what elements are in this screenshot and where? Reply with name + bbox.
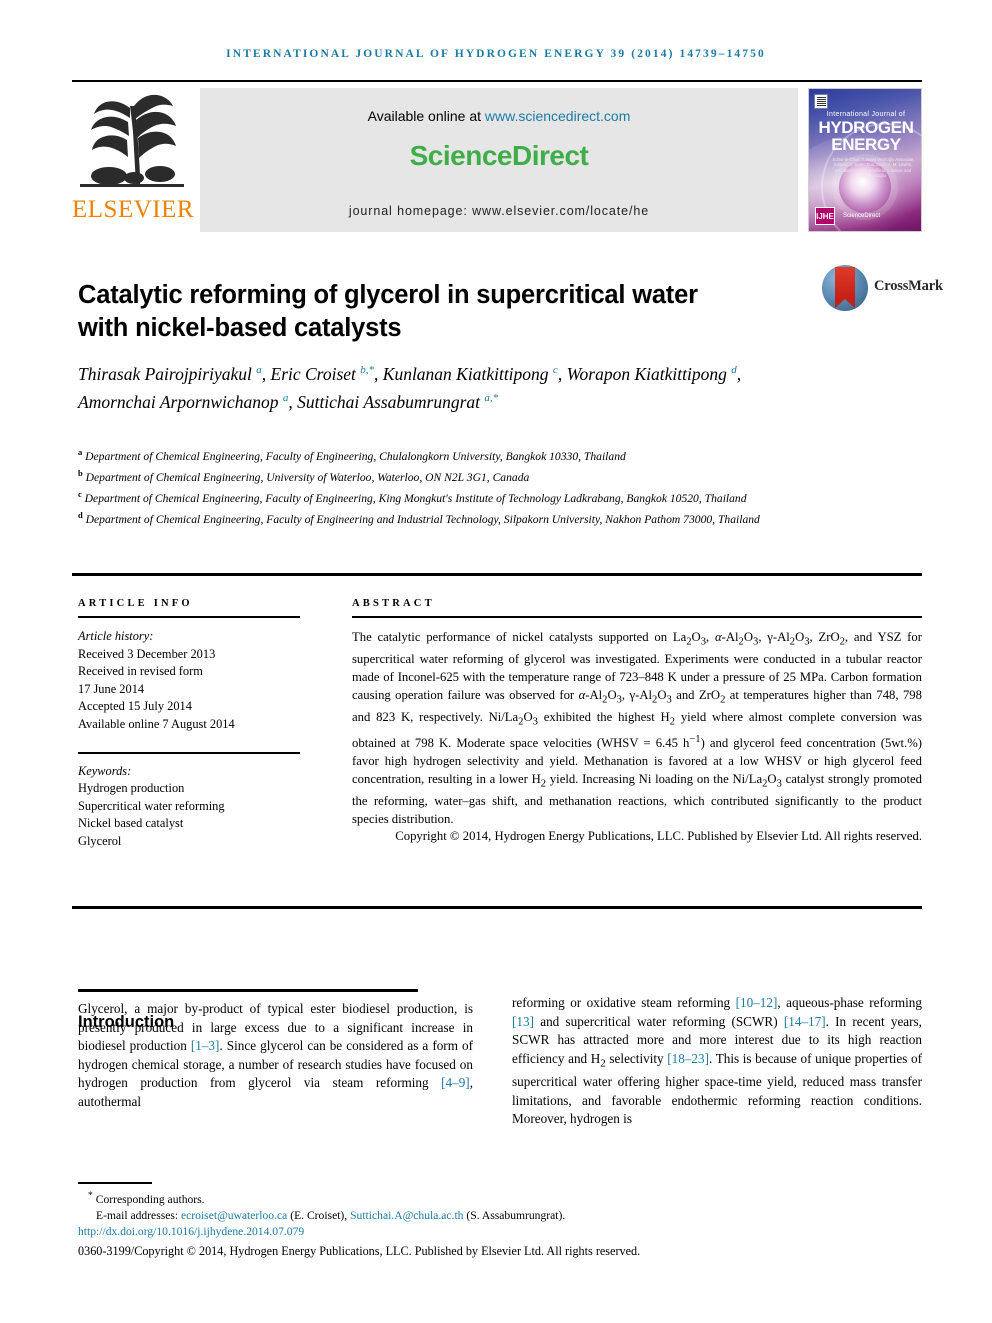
keyword-item: Glycerol xyxy=(78,833,122,848)
article-info-heading-rule xyxy=(78,616,300,618)
cover-ijhe-badge: IJHE xyxy=(815,207,835,225)
author-list: Thirasak Pairojpiriyakul a, Eric Croiset… xyxy=(78,363,742,413)
elsevier-tree-icon xyxy=(78,88,186,192)
page-footer: * Corresponding authors. E-mail addresse… xyxy=(78,1188,838,1260)
keywords-rule xyxy=(78,751,300,754)
article-info-column: ARTICLE INFO Article history: Received 3… xyxy=(78,598,303,851)
article-history-item: Received in revised form xyxy=(78,664,203,679)
abstract-column: ABSTRACT The catalytic performance of ni… xyxy=(352,598,922,846)
affiliation-item: b Department of Chemical Engineering, Un… xyxy=(78,468,530,484)
sciencedirect-logo[interactable]: ScienceDirect xyxy=(200,140,798,172)
email-link[interactable]: Suttichai.A@chula.ac.th xyxy=(350,1209,463,1222)
header-top-rule xyxy=(72,80,922,82)
available-online-label: Available online at xyxy=(367,108,481,124)
affiliation-item: a Department of Chemical Engineering, Fa… xyxy=(78,447,626,463)
abstract-body: The catalytic performance of nickel cata… xyxy=(352,630,923,844)
article-history-item: 17 June 2014 xyxy=(78,681,145,696)
email-owner: (E. Croiset) xyxy=(290,1209,345,1223)
author-name: Kunlanan Kiatkittipong c xyxy=(382,363,558,384)
article-history-item: Available online 7 August 2014 xyxy=(78,716,235,731)
keyword-item: Supercritical water reforming xyxy=(78,798,225,813)
affiliation-list: a Department of Chemical Engineering, Fa… xyxy=(78,444,798,528)
crossmark-ribbon-icon xyxy=(835,267,855,308)
keywords-items: Hydrogen production Supercritical water r… xyxy=(78,780,303,850)
abstract-heading-rule xyxy=(352,616,922,618)
introduction-paragraph-left: Glycerol, a major by-product of typical … xyxy=(78,1001,473,1109)
article-history-label: Article history: xyxy=(78,629,154,643)
footer-copyright: 0360-3199/Copyright © 2014, Hydrogen Ene… xyxy=(78,1244,641,1259)
introduction-paragraph-right: reforming or oxidative steam reforming [… xyxy=(512,995,922,1127)
article-history-item: Accepted 15 July 2014 xyxy=(78,699,192,714)
cover-journal-word-hydrogen: HYDROGEN xyxy=(818,118,914,137)
journal-homepage-line[interactable]: journal homepage: www.elsevier.com/locat… xyxy=(200,204,798,218)
footnote-rule xyxy=(78,1182,152,1184)
page-title: Catalytic reforming of glycerol in super… xyxy=(78,281,698,343)
abstract-heading: ABSTRACT xyxy=(352,598,922,609)
affiliation-item: c Department of Chemical Engineering, Fa… xyxy=(78,489,747,505)
article-history: Article history: Received 3 December 201… xyxy=(78,628,303,734)
introduction-right-column: reforming or oxidative steam reforming [… xyxy=(512,994,922,1129)
affiliation-item: d Department of Chemical Engineering, Fa… xyxy=(78,510,760,527)
elsevier-logo: ELSEVIER xyxy=(72,88,195,232)
author-name: Eric Croiset b,* xyxy=(270,363,375,384)
corresponding-author-note: * Corresponding authors. xyxy=(88,1190,205,1206)
abstract-heading-text: ABSTRACT xyxy=(352,598,435,609)
author-name: Suttichai Assabumrungrat a,* xyxy=(297,392,499,413)
keywords-label: Keywords: xyxy=(78,763,132,778)
sciencedirect-logo-science: Science xyxy=(409,140,513,171)
crossmark-label: CrossMark xyxy=(874,278,943,294)
cover-editors-text: Editor-in-Chief: T. Nejat Veziroğlu Asso… xyxy=(832,157,914,179)
author-name: Thirasak Pairojpiriyakul a xyxy=(78,363,262,384)
author-name: Worapon Kiatkittipong d xyxy=(566,363,737,384)
journal-cover-thumbnail: International Journal of HYDROGEN ENERGY… xyxy=(808,88,922,232)
email-owner: (S. Assabumrungrat). xyxy=(466,1209,566,1223)
corresponding-author-text: Corresponding authors. xyxy=(95,1192,205,1206)
cover-journal-prefix: International Journal of xyxy=(826,111,906,118)
elsevier-wordmark: ELSEVIER xyxy=(72,196,195,223)
article-page: International Journal of Hydrogen Energy… xyxy=(0,0,992,1323)
info-block-bottom-rule xyxy=(72,906,922,909)
cover-publisher-badge-icon xyxy=(814,94,828,109)
author-name: Amornchai Arpornwichanop a xyxy=(78,392,289,413)
available-online-line: Available online at www.sciencedirect.co… xyxy=(200,108,798,124)
crossmark-icon xyxy=(822,265,868,311)
sciencedirect-band: Available online at www.sciencedirect.co… xyxy=(200,88,798,232)
keyword-item: Hydrogen production xyxy=(78,781,185,796)
article-info-heading-text: ARTICLE INFO xyxy=(78,598,193,609)
email-link[interactable]: ecroiset@uwaterloo.ca xyxy=(181,1209,287,1222)
sciencedirect-link[interactable]: www.sciencedirect.com xyxy=(485,108,631,124)
keywords-block: Keywords: Hydrogen production Supercritic… xyxy=(78,763,303,851)
article-history-items: Received 3 December 2013 Received in revi… xyxy=(78,646,303,734)
running-head: International Journal of Hydrogen Energy… xyxy=(226,48,766,60)
keyword-item: Nickel based catalyst xyxy=(78,816,184,831)
cover-journal-word-energy: ENERGY xyxy=(831,135,901,154)
doi-link[interactable]: http://dx.doi.org/10.1016/j.ijhydene.201… xyxy=(78,1224,838,1240)
email-addresses-line: E-mail addresses: ecroiset@uwaterloo.ca … xyxy=(96,1209,566,1223)
info-block-top-rule xyxy=(72,573,922,576)
journal-header-band: ELSEVIER Available online at www.science… xyxy=(72,86,922,232)
introduction-rule xyxy=(78,989,418,992)
cover-sciencedirect-mark: ScienceDirect xyxy=(843,213,881,219)
crossmark-badge[interactable]: CrossMark xyxy=(822,265,943,313)
sciencedirect-logo-direct: Direct xyxy=(511,140,589,171)
introduction-left-column: Glycerol, a major by-product of typical … xyxy=(78,1000,473,1112)
email-addresses-label: E-mail addresses: xyxy=(96,1209,179,1223)
article-history-item: Received 3 December 2013 xyxy=(78,646,216,661)
article-info-heading: ARTICLE INFO xyxy=(78,598,303,609)
